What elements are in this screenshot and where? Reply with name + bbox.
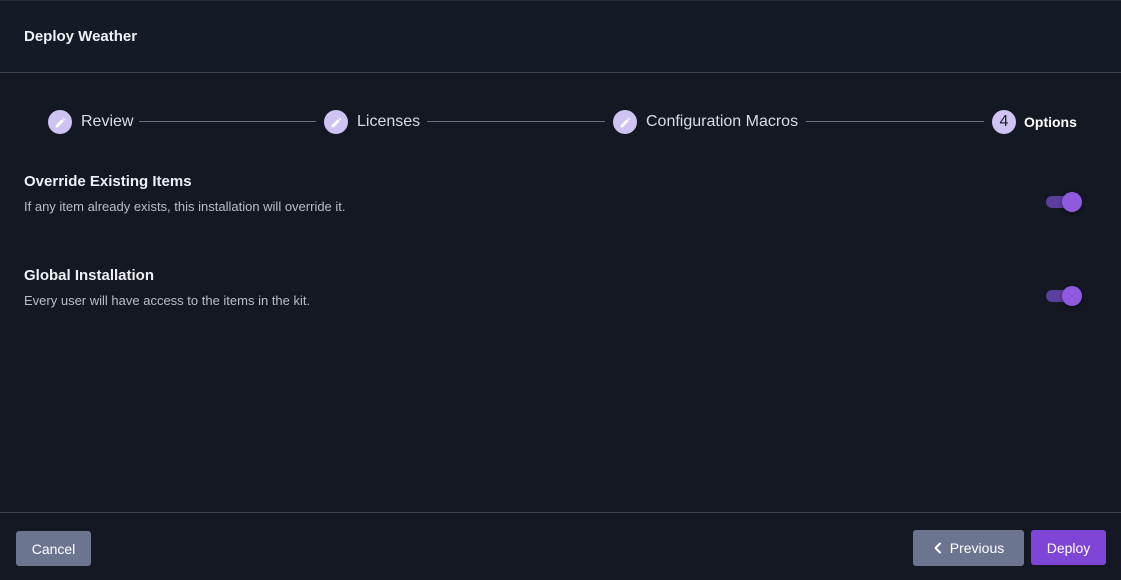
option-global-installation: Global Installation Every user will have…	[24, 267, 1104, 308]
step-connector	[806, 121, 984, 122]
option-description: If any item already exists, this install…	[24, 199, 346, 214]
step-number: 4	[992, 110, 1016, 134]
step-label: Options	[1024, 114, 1077, 130]
toggle-knob	[1062, 286, 1082, 306]
global-installation-toggle[interactable]	[1046, 286, 1082, 306]
pencil-icon	[48, 110, 72, 134]
step-label: Review	[81, 113, 134, 130]
step-connector	[427, 121, 605, 122]
pencil-icon	[324, 110, 348, 134]
step-configuration-macros[interactable]: Configuration Macros	[613, 109, 798, 135]
step-label: Licenses	[357, 113, 421, 130]
option-description: Every user will have access to the items…	[24, 293, 311, 308]
override-existing-items-toggle[interactable]	[1046, 192, 1082, 212]
step-connector	[139, 121, 316, 122]
toggle-knob	[1062, 192, 1082, 212]
cancel-button[interactable]: Cancel	[16, 531, 91, 566]
deploy-button[interactable]: Deploy	[1031, 530, 1106, 565]
option-title: Override Existing Items	[24, 173, 192, 190]
pencil-icon	[613, 110, 637, 134]
step-label: Configuration Macros	[646, 113, 799, 130]
dialog-header: Deploy Weather	[0, 0, 1121, 73]
step-options[interactable]: 4 Options	[992, 109, 1077, 135]
option-title: Global Installation	[24, 267, 155, 284]
option-override-existing-items: Override Existing Items If any item alre…	[24, 173, 1104, 214]
dialog-title: Deploy Weather	[24, 28, 138, 45]
dialog-footer: Cancel Previous Deploy	[0, 512, 1121, 580]
step-review[interactable]: Review	[48, 109, 133, 135]
previous-button[interactable]: Previous	[913, 530, 1024, 566]
previous-button-label: Previous	[949, 540, 1005, 556]
chevron-left-icon	[934, 542, 941, 554]
step-licenses[interactable]: Licenses	[324, 109, 420, 135]
